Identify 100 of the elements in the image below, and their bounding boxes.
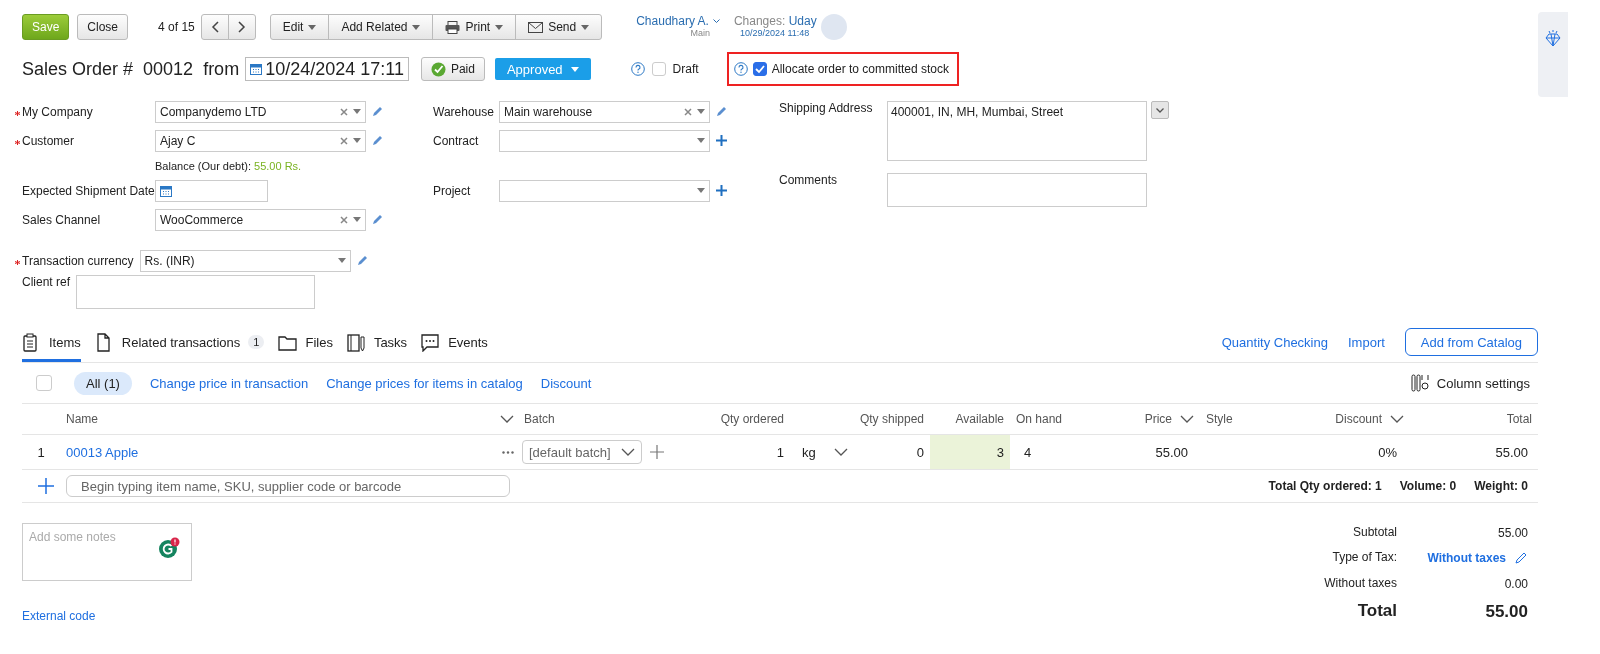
select-field[interactable]: WooCommerce: [155, 208, 366, 231]
total-text: Volume: 0: [1399, 479, 1457, 493]
menu-button[interactable]: Send: [515, 14, 603, 40]
caret-down-icon: [697, 109, 705, 114]
batch-dropdown[interactable]: [default batch]: [522, 440, 642, 464]
tab[interactable]: Tasks: [346, 322, 408, 362]
action-link[interactable]: Change prices for items in catalog: [326, 375, 523, 391]
draft-checkbox[interactable]: [651, 62, 666, 76]
chevron-left-icon: [210, 21, 219, 33]
chevron-down-icon: [500, 415, 514, 423]
user-name[interactable]: Chaudhary A.: [636, 14, 720, 28]
column-header: Style: [1206, 412, 1233, 426]
printer-icon: [445, 20, 461, 34]
close-button[interactable]: Close: [77, 14, 129, 40]
notebook-icon: [346, 332, 366, 352]
item-search-field[interactable]: Begin typing item name, SKU, supplier code or barcode: [66, 475, 510, 497]
date-field[interactable]: 10/24/2024 17:11: [245, 57, 409, 81]
summary-value: 0.00: [1503, 575, 1528, 592]
menu-button[interactable]: Edit: [269, 14, 330, 40]
column-header: Name: [66, 412, 514, 426]
caret-down-icon: [697, 138, 705, 143]
side-panel-tab[interactable]: [1538, 12, 1568, 97]
address-field[interactable]: 400001, IN, MH, Mumbai, Street: [887, 101, 1147, 161]
menu-button[interactable]: Add Related: [328, 14, 434, 40]
draft-label: Draft: [672, 62, 699, 76]
comments-field[interactable]: [887, 173, 1147, 207]
row-number: 1: [22, 435, 60, 470]
text-area[interactable]: [76, 275, 316, 309]
caret-down-icon: [697, 188, 705, 193]
previous-button[interactable]: [200, 14, 229, 40]
table-cell: 0%: [1300, 435, 1410, 470]
select-field[interactable]: [499, 129, 710, 152]
clear-icon: [340, 215, 348, 224]
required-mark-icon: [15, 259, 20, 265]
column-header: Qty shipped: [859, 412, 924, 426]
changes-user[interactable]: Uday: [788, 14, 817, 28]
tab[interactable]: Files: [278, 322, 333, 362]
caret-down-icon: [337, 258, 346, 263]
help-icon: [733, 62, 748, 76]
field-label: Sales Channel: [21, 212, 102, 227]
pencil-icon: [372, 106, 383, 117]
paid-button[interactable]: Paid: [420, 57, 485, 81]
chevron-down-icon: [1156, 107, 1164, 113]
help-icon: [630, 62, 645, 76]
notes-field[interactable]: Add some notes: [22, 523, 192, 581]
diamond-icon: [1544, 30, 1562, 48]
clear-icon: [340, 136, 348, 145]
chevron-down-icon: [620, 448, 635, 456]
menu-button[interactable]: Print: [432, 14, 517, 40]
balance-text: Balance (Our debt): 55.00 Rs.: [155, 159, 302, 172]
unit-dropdown[interactable]: kg: [802, 444, 816, 460]
allocate-checkbox[interactable]: [752, 62, 767, 76]
summary-label: Type of Tax:: [1331, 550, 1397, 567]
date-field[interactable]: [155, 179, 268, 202]
summary-label: Total: [1356, 600, 1397, 622]
plus-icon: [716, 135, 727, 146]
tab[interactable]: Events: [421, 322, 488, 362]
calendar-icon: [250, 63, 263, 75]
select-field[interactable]: Ajay C: [155, 129, 366, 152]
tax-type-link[interactable]: Without taxes: [1427, 551, 1506, 566]
grammar-assistant-icon: [158, 537, 180, 559]
action-link[interactable]: Import: [1348, 334, 1385, 350]
caret-down-icon: [353, 217, 361, 222]
select-field[interactable]: Rs. (INR): [139, 249, 351, 272]
column-settings-button[interactable]: Column settings: [1410, 374, 1530, 392]
field-label: Transaction currency: [15, 253, 134, 268]
total-text: Total Qty ordered: 1: [1268, 479, 1382, 493]
action-link[interactable]: Change price in transaction: [149, 375, 309, 391]
column-header: Total: [1506, 412, 1532, 426]
caret-down-icon: [353, 138, 361, 143]
caret-down-icon: [412, 24, 421, 30]
action-link[interactable]: Quantity Checking: [1221, 334, 1328, 350]
select-field[interactable]: Main warehouse: [499, 100, 710, 123]
table-cell: 1: [700, 435, 790, 470]
tab[interactable]: Related transactions 1: [94, 322, 265, 362]
plus-icon: [649, 445, 664, 459]
dropdown-button[interactable]: [1151, 101, 1169, 119]
column-header: Qty ordered: [720, 412, 784, 426]
calendar-icon: [160, 184, 172, 197]
field-label: Project: [432, 183, 472, 198]
more-icon: [502, 450, 514, 454]
select-field[interactable]: [499, 179, 710, 202]
column-header: On hand: [1016, 412, 1063, 426]
from-label: from: [203, 58, 240, 80]
branch-label: Main: [690, 28, 710, 38]
table-cell: 4: [1010, 435, 1090, 470]
chevron-down-icon: [1390, 415, 1404, 423]
tab[interactable]: Items: [22, 322, 81, 362]
add-from-catalog-button[interactable]: Add from Catalog: [1404, 328, 1538, 356]
select-all-checkbox[interactable]: [36, 375, 52, 391]
field-label: Comments: [778, 173, 838, 187]
avatar: [820, 14, 847, 40]
select-field[interactable]: Companydemo LTD: [155, 100, 366, 123]
next-button[interactable]: [227, 14, 256, 40]
item-link[interactable]: 00013 Apple: [66, 444, 139, 460]
table-cell: 55.00: [1090, 435, 1200, 470]
allocate-label: Allocate order to committed stock: [771, 62, 950, 76]
filter-chip[interactable]: All (1): [74, 371, 132, 395]
action-link[interactable]: Discount: [540, 375, 592, 391]
external-code-link[interactable]: External code: [22, 609, 96, 623]
